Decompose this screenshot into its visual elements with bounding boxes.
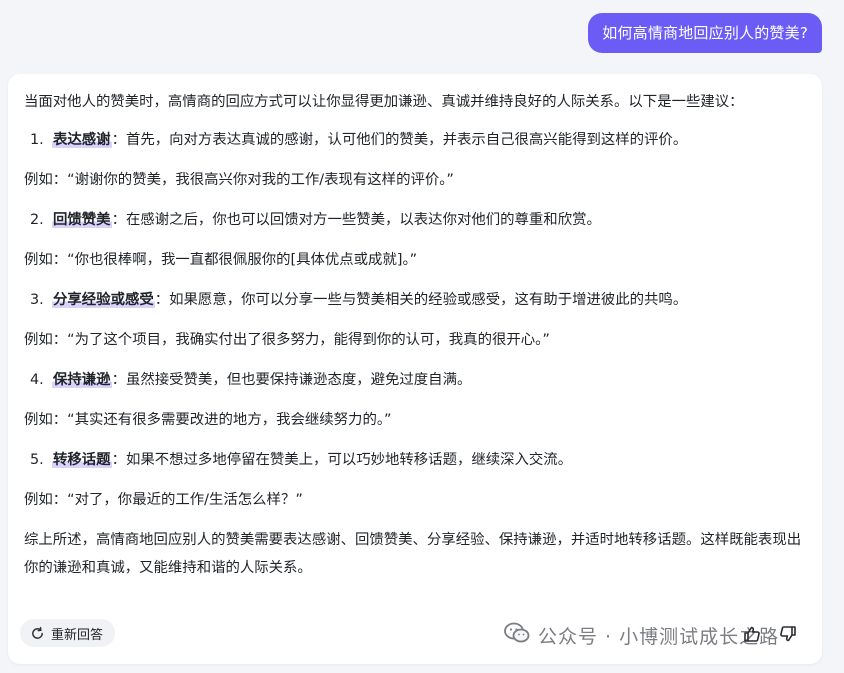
list-item-text: 回馈赞美：在感谢之后，你也可以回馈对方一些赞美，以表达你对他们的尊重和欣赏。 [52, 206, 810, 234]
list-number: 1. [30, 132, 44, 148]
list-keyword: 转移话题 [52, 452, 112, 468]
list-item-text: 分享经验或感受：如果愿意，你可以分享一些与赞美相关的经验或感受，这有助于增进彼此… [52, 286, 810, 314]
regenerate-label: 重新回答 [51, 627, 104, 643]
thumbs-down-button[interactable] [779, 625, 797, 647]
list-description: ：在感谢之后，你也可以回馈对方一些赞美，以表达你对他们的尊重和欣赏。 [111, 212, 601, 228]
list-description: ：虽然接受赞美，但也要保持谦逊态度，避免过度自满。 [111, 372, 472, 388]
list-keyword: 保持谦逊 [52, 372, 112, 388]
list-number: 3. [30, 292, 44, 308]
thumbs-down-icon [779, 625, 797, 647]
assistant-answer-card: 当面对他人的赞美时，高情商的回应方式可以让你显得更加谦逊、真诚并维持良好的人际关… [8, 74, 822, 664]
regenerate-button[interactable]: 重新回答 [20, 619, 116, 647]
list-number: 4. [30, 372, 44, 388]
wechat-icon [504, 622, 530, 649]
watermark: 公众号 · 小博测试成长之路 [504, 622, 779, 649]
list-keyword: 回馈赞美 [52, 212, 112, 228]
answer-body: 当面对他人的赞美时，高情商的回应方式可以让你显得更加谦逊、真诚并维持良好的人际关… [24, 88, 810, 582]
list-item-text: 转移话题：如果不想过多地停留在赞美上，可以巧妙地转移话题，继续深入交流。 [52, 446, 810, 474]
list-keyword: 表达感谢 [52, 132, 112, 148]
list-number: 5. [30, 452, 44, 468]
list-number: 2. [30, 212, 44, 228]
user-message-text: 如何高情商地回应别人的赞美? [602, 24, 808, 42]
list-description: ：首先，向对方表达真诚的感谢，认可他们的赞美，并表示自己很高兴能得到这样的评价。 [111, 132, 688, 148]
list-item: 5. 转移话题：如果不想过多地停留在赞美上，可以巧妙地转移话题，继续深入交流。 [30, 446, 810, 474]
list-item-text: 保持谦逊：虽然接受赞美，但也要保持谦逊态度，避免过度自满。 [52, 366, 810, 394]
thumbs-up-icon [743, 625, 761, 647]
list-description: ：如果愿意，你可以分享一些与赞美相关的经验或感受，这有助于增进彼此的共鸣。 [154, 292, 688, 308]
refresh-icon [30, 626, 45, 641]
example-text: 例如：“为了这个项目，我确实付出了很多努力，能得到你的认可，我真的很开心。” [24, 332, 550, 348]
list-item-text: 表达感谢：首先，向对方表达真诚的感谢，认可他们的赞美，并表示自己很高兴能得到这样… [52, 126, 810, 154]
list-item: 1. 表达感谢：首先，向对方表达真诚的感谢，认可他们的赞美，并表示自己很高兴能得… [30, 126, 810, 154]
example-text: 例如：“你也很棒啊，我一直都很佩服你的[具体优点或成就]。” [24, 252, 418, 268]
chat-page: 如何高情商地回应别人的赞美? 当面对他人的赞美时，高情商的回应方式可以让你显得更… [0, 0, 844, 673]
example-text: 例如：“对了，你最近的工作/生活怎么样？” [24, 492, 303, 508]
list-description: ：如果不想过多地停留在赞美上，可以巧妙地转移话题，继续深入交流。 [111, 452, 573, 468]
answer-intro: 当面对他人的赞美时，高情商的回应方式可以让你显得更加谦逊、真诚并维持良好的人际关… [24, 94, 744, 110]
example-text: 例如：“谢谢你的赞美，我很高兴你对我的工作/表现有这样的评价。” [24, 172, 454, 188]
user-message-bubble: 如何高情商地回应别人的赞美? [588, 13, 822, 53]
list-item: 4. 保持谦逊：虽然接受赞美，但也要保持谦逊态度，避免过度自满。 [30, 366, 810, 394]
thumbs-up-button[interactable] [743, 625, 761, 647]
list-keyword: 分享经验或感受 [52, 292, 155, 308]
list-item: 2. 回馈赞美：在感谢之后，你也可以回馈对方一些赞美，以表达你对他们的尊重和欣赏… [30, 206, 810, 234]
example-text: 例如：“其实还有很多需要改进的地方，我会继续努力的。” [24, 412, 392, 428]
answer-summary: 综上所述，高情商地回应别人的赞美需要表达感谢、回馈赞美、分享经验、保持谦逊，并适… [24, 532, 802, 576]
list-item: 3. 分享经验或感受：如果愿意，你可以分享一些与赞美相关的经验或感受，这有助于增… [30, 286, 810, 314]
